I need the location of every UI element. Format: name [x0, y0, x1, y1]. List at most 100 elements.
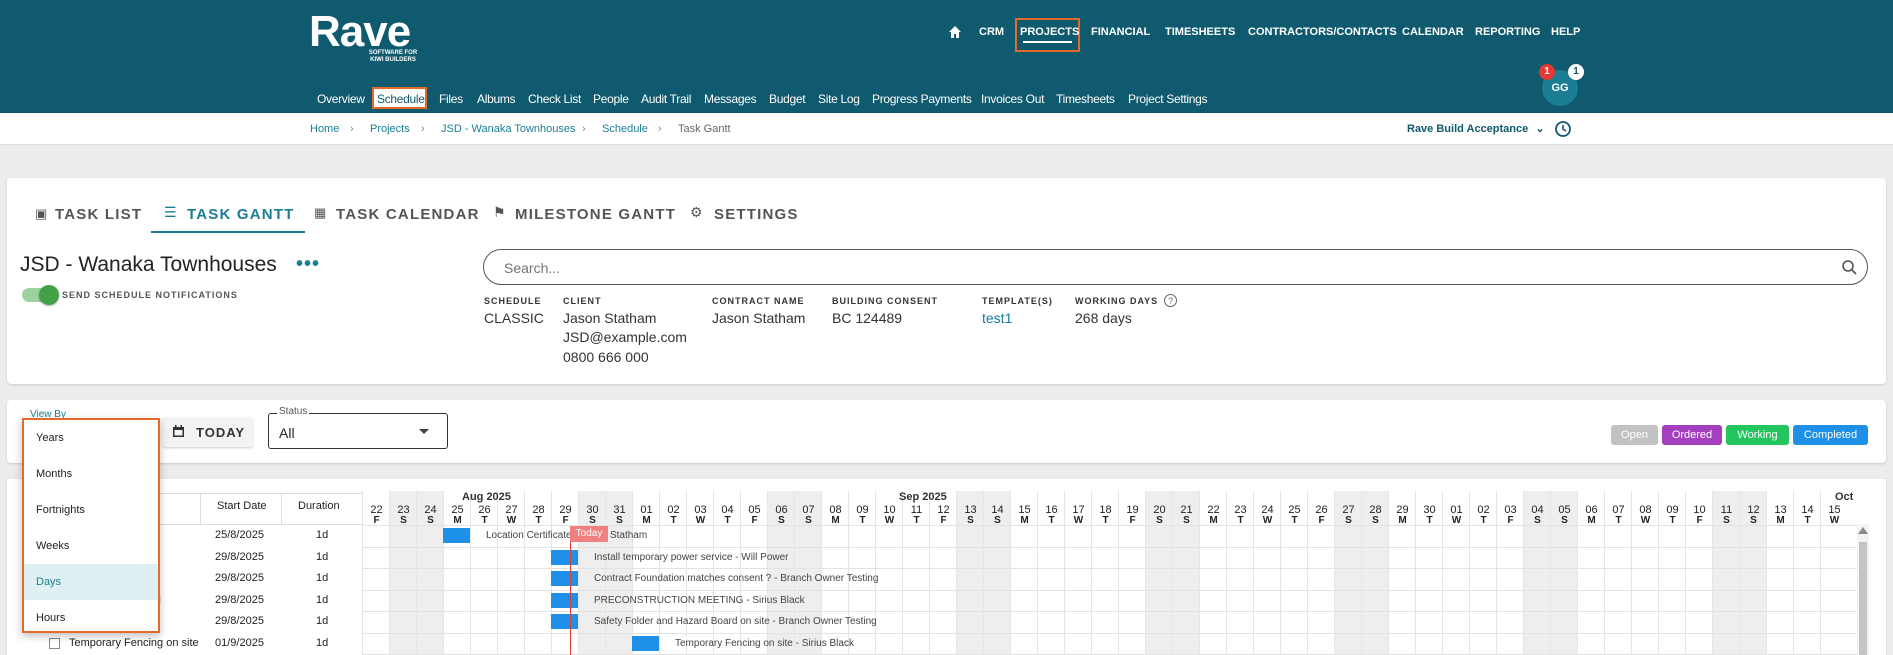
task-bar[interactable]: [551, 614, 578, 629]
column-start-date[interactable]: Start Date: [217, 500, 267, 512]
crumb-project[interactable]: JSD - Wanaka Townhouses: [441, 123, 576, 135]
row-gridline: [362, 632, 1858, 634]
task-bar[interactable]: [551, 549, 578, 565]
month-label: Sep 2025: [899, 491, 947, 503]
day-column: 07 T: [1604, 491, 1631, 655]
subnav-schedule[interactable]: Schedule: [377, 92, 425, 106]
search-icon[interactable]: [1841, 259, 1858, 276]
nav-timesheets[interactable]: TIMESHEETS: [1165, 26, 1235, 38]
task-start-date: 29/8/2025: [215, 572, 264, 584]
day-column: 25 T: [1280, 491, 1307, 655]
nav-financial[interactable]: FINANCIAL: [1091, 26, 1150, 38]
task-name[interactable]: Temporary Fencing on site: [69, 637, 199, 649]
day-column: 24 S: [416, 491, 443, 655]
subnav-albums[interactable]: Albums: [477, 92, 516, 106]
subnav-timesheets[interactable]: Timesheets: [1056, 92, 1115, 106]
view-option-fortnights[interactable]: Fortnights: [24, 492, 158, 528]
tab-task-list[interactable]: TASK LIST: [55, 206, 142, 223]
status-select[interactable]: Status All: [268, 406, 448, 449]
task-checkbox[interactable]: [49, 637, 60, 649]
day-column: 20 S: [1145, 491, 1172, 655]
task-start-date: 25/8/2025: [215, 529, 264, 541]
history-clock-icon[interactable]: [1554, 120, 1572, 138]
working-days-value: 268 days: [1075, 310, 1132, 326]
day-column: 14 T: [1793, 491, 1820, 655]
nav-contractors[interactable]: CONTRACTORS/CONTACTS: [1248, 26, 1397, 38]
tab-settings[interactable]: SETTINGS: [714, 206, 799, 223]
tab-milestone-gantt[interactable]: MILESTONE GANTT: [515, 206, 676, 223]
notifications-label: SEND SCHEDULE NOTIFICATIONS: [62, 290, 238, 300]
day-column: 09 T: [1658, 491, 1685, 655]
scroll-up-icon[interactable]: [1858, 527, 1868, 534]
subnav-files[interactable]: Files: [439, 92, 463, 106]
message-badge[interactable]: 1: [1568, 64, 1584, 80]
today-label: TODAY: [196, 425, 246, 440]
nav-reporting[interactable]: REPORTING: [1475, 26, 1540, 38]
view-option-years[interactable]: Years: [24, 420, 158, 456]
legend-working: Working: [1726, 425, 1789, 445]
subnav-messages[interactable]: Messages: [704, 92, 757, 106]
crumb-separator: ›: [350, 123, 354, 135]
view-option-weeks[interactable]: Weeks: [24, 528, 158, 564]
subnav-checklist[interactable]: Check List: [528, 92, 581, 106]
nav-projects[interactable]: PROJECTS: [1020, 26, 1079, 38]
day-column: 19 F: [1118, 491, 1145, 655]
task-bar-label: Safety Folder and Hazard Board on site -…: [594, 616, 877, 627]
view-option-hours[interactable]: Hours: [24, 600, 158, 636]
nav-crm[interactable]: CRM: [979, 26, 1004, 38]
task-duration: 1d: [316, 615, 329, 627]
notifications-toggle[interactable]: [22, 285, 59, 305]
day-column: 10 F: [1685, 491, 1712, 655]
toggle-knob: [39, 285, 59, 305]
task-bar[interactable]: [551, 571, 578, 586]
subnav-budget[interactable]: Budget: [769, 92, 806, 106]
day-column: 25 M: [443, 491, 470, 655]
subnav-people[interactable]: People: [593, 92, 629, 106]
gantt-timeline[interactable]: 22 F 23 S 24 S 25 M 26 T 27 W 28 T 29 F 30 S 31 S 01 M 02 T 03 W 0…: [362, 491, 1858, 655]
day-column: 12 F: [929, 491, 956, 655]
tab-task-calendar[interactable]: TASK CALENDAR: [336, 206, 480, 223]
search-input[interactable]: [504, 259, 1824, 277]
tab-task-gantt[interactable]: TASK GANTT: [187, 206, 295, 223]
task-bar[interactable]: [443, 528, 470, 543]
subnav-invoices-out[interactable]: Invoices Out: [981, 92, 1044, 106]
column-duration[interactable]: Duration: [298, 500, 340, 512]
nav-calendar[interactable]: CALENDAR: [1402, 26, 1464, 38]
subnav-overview[interactable]: Overview: [317, 92, 365, 106]
help-icon[interactable]: ?: [1164, 294, 1177, 307]
environment-label: Rave Build Acceptance: [1407, 123, 1529, 135]
subnav-project-settings[interactable]: Project Settings: [1128, 92, 1208, 106]
day-column: 04 S: [1523, 491, 1550, 655]
home-icon[interactable]: [948, 25, 962, 39]
consent-heading: BUILDING CONSENT: [832, 296, 938, 306]
notification-badge[interactable]: 1: [1539, 64, 1555, 80]
templates-link[interactable]: test1: [982, 310, 1012, 326]
day-column: 30 T: [1415, 491, 1442, 655]
top-header: Rave SOFTWARE FOR KIWI BUILDERS CRM PROJ…: [0, 0, 1893, 113]
view-option-months[interactable]: Months: [24, 456, 158, 492]
scroll-thumb[interactable]: [1859, 542, 1867, 655]
gantt-scrollbar[interactable]: [1857, 524, 1869, 655]
subnav-progress-payments[interactable]: Progress Payments: [872, 92, 972, 106]
environment-select[interactable]: Rave Build Acceptance ⌄: [1407, 122, 1545, 135]
crumb-home[interactable]: Home: [310, 123, 339, 135]
day-column: 26 F: [1307, 491, 1334, 655]
task-bar[interactable]: [551, 592, 578, 608]
more-options-icon[interactable]: •••: [296, 253, 320, 276]
today-button[interactable]: TODAY: [162, 417, 253, 447]
today-marker: Today: [570, 526, 608, 542]
client-phone: 0800 666 000: [563, 349, 649, 365]
task-bar[interactable]: [632, 635, 659, 651]
subnav-audit-trail[interactable]: Audit Trail: [641, 92, 691, 106]
day-column: 02 T: [1469, 491, 1496, 655]
crumb-schedule[interactable]: Schedule: [602, 123, 648, 135]
templates-heading: TEMPLATE(S): [982, 296, 1053, 306]
day-column: 13 M: [1766, 491, 1793, 655]
day-column: 14 S: [983, 491, 1010, 655]
crumb-projects[interactable]: Projects: [370, 123, 410, 135]
nav-help[interactable]: HELP: [1551, 26, 1580, 38]
rave-logo[interactable]: Rave SOFTWARE FOR KIWI BUILDERS: [309, 8, 417, 64]
project-title: JSD - Wanaka Townhouses: [20, 253, 277, 276]
view-option-days[interactable]: Days: [24, 564, 158, 600]
subnav-site-log[interactable]: Site Log: [818, 92, 860, 106]
